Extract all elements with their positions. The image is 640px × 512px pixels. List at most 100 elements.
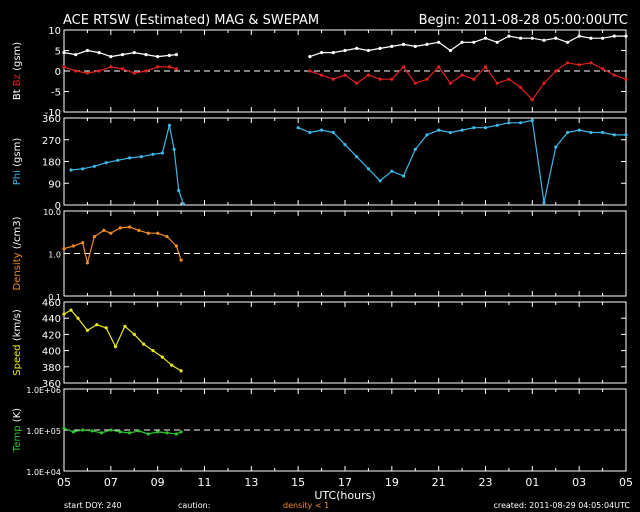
data-point-bt <box>62 51 66 55</box>
data-point-bt <box>120 53 125 57</box>
data-point-density <box>137 228 141 232</box>
data-point-bz <box>144 69 148 73</box>
created-label: created: 2011-08-29 04:05:04UTC <box>493 501 630 510</box>
phi-y-axis-label: Phi (gsm) <box>12 138 23 186</box>
data-point-bz <box>483 65 488 69</box>
phi-y-tick-label: 360 <box>42 114 61 125</box>
data-point-density <box>128 225 132 229</box>
data-point-phi <box>390 169 394 173</box>
data-point-phi <box>437 128 441 132</box>
data-point-bz <box>331 77 335 81</box>
data-point-phi <box>519 121 523 125</box>
data-point-bz <box>109 65 113 69</box>
data-point-density <box>109 231 113 235</box>
data-point-phi <box>320 128 324 132</box>
data-point-bt <box>109 55 113 59</box>
density-y-label-part: (/cm3) <box>12 216 23 252</box>
data-point-phi <box>495 123 499 127</box>
data-point-bt <box>74 53 78 57</box>
data-point-bt <box>601 36 605 40</box>
temp-y-label-part: (K) <box>12 408 23 426</box>
data-point-temp <box>118 430 122 434</box>
data-point-speed <box>132 332 136 336</box>
data-point-density <box>174 244 178 248</box>
x-tick-label: 01 <box>525 476 539 489</box>
data-point-bt <box>624 34 628 38</box>
data-point-bt <box>308 55 312 59</box>
plot-background <box>0 0 640 512</box>
mag-y-tick-label: 0 <box>55 67 61 78</box>
data-point-temp <box>128 431 132 435</box>
data-point-temp <box>146 432 150 436</box>
data-point-phi <box>483 126 488 130</box>
data-point-bz <box>530 98 534 102</box>
data-point-bz <box>390 77 394 81</box>
data-point-bt <box>589 36 593 40</box>
temp-y-label-part: Temp <box>12 425 23 453</box>
data-point-bt <box>85 48 89 53</box>
data-point-bz <box>156 65 160 69</box>
data-point-bz <box>308 69 312 73</box>
data-point-bt <box>378 46 382 51</box>
x-tick-label: 07 <box>104 476 118 489</box>
data-point-phi <box>296 126 300 130</box>
data-point-bz <box>577 63 581 67</box>
data-point-phi <box>554 145 558 149</box>
speed-y-label-part: (km/s) <box>12 309 23 344</box>
data-point-phi <box>589 130 593 135</box>
data-point-bz <box>343 73 347 77</box>
mag-y-label-part: Bz <box>12 74 23 89</box>
data-point-bt <box>507 34 511 38</box>
x-tick-label: 03 <box>572 476 586 489</box>
x-tick-label: 05 <box>57 476 71 489</box>
data-point-bz <box>448 81 452 85</box>
x-tick-label: 17 <box>338 476 352 489</box>
phi-y-label-part: Phi <box>12 170 23 185</box>
data-point-bz <box>495 81 499 85</box>
data-point-temp <box>165 431 169 435</box>
data-point-density <box>81 241 85 245</box>
density-y-tick-label: 1.0 <box>48 251 61 260</box>
temp-y-tick-label: 1.0E+06 <box>26 386 61 395</box>
x-tick-label: 23 <box>479 476 493 489</box>
data-point-bt <box>448 48 452 53</box>
data-point-phi <box>128 156 132 160</box>
data-point-bt <box>390 44 394 49</box>
data-point-speed <box>95 323 99 327</box>
data-point-phi <box>172 147 176 151</box>
caution-label: caution: <box>178 501 210 510</box>
data-point-phi <box>624 133 628 137</box>
data-point-bz <box>62 65 66 69</box>
phi-y-tick-label: 270 <box>42 136 61 147</box>
data-point-bz <box>85 71 89 75</box>
data-point-bz <box>589 61 593 65</box>
data-point-bt <box>530 36 534 40</box>
data-point-bt <box>132 51 136 55</box>
data-point-density <box>165 235 169 239</box>
data-point-bt <box>355 46 359 51</box>
data-point-phi <box>92 164 96 168</box>
data-point-speed <box>104 326 108 330</box>
data-point-bt <box>472 40 476 44</box>
data-point-density <box>102 228 106 232</box>
data-point-phi <box>343 143 347 147</box>
data-point-phi <box>104 161 108 165</box>
data-point-phi <box>542 201 546 205</box>
data-point-phi <box>577 128 581 132</box>
data-point-bz <box>542 81 546 85</box>
data-point-bz <box>401 65 406 69</box>
data-point-bt <box>320 51 324 55</box>
ace-rtsw-plot: ACE RTSW (Estimated) MAG & SWEPAM Begin:… <box>0 0 640 512</box>
data-point-bt <box>437 40 441 44</box>
data-point-bt <box>425 42 429 47</box>
data-point-bt <box>577 34 581 38</box>
data-point-bz <box>378 77 382 81</box>
data-point-bt <box>612 34 616 38</box>
data-point-speed <box>76 316 80 320</box>
data-point-phi <box>366 167 370 171</box>
density-caution-label: density < 1 <box>283 501 329 510</box>
mag-y-tick-label: -5 <box>51 88 61 99</box>
data-point-temp <box>109 428 113 432</box>
data-point-bt <box>174 53 178 57</box>
data-point-temp <box>99 431 104 435</box>
